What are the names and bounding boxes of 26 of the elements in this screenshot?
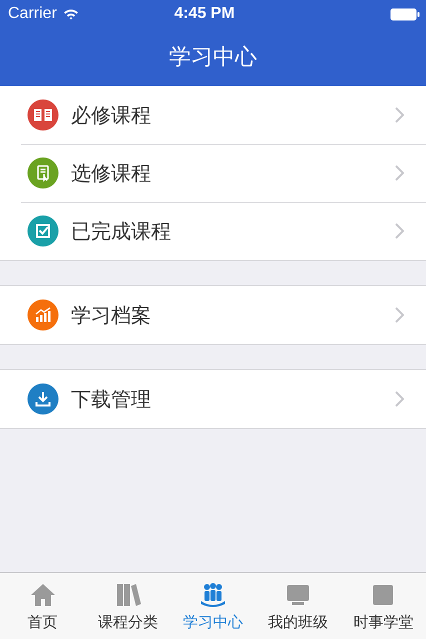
menu-item[interactable]: 学习档案	[0, 286, 426, 344]
chevron-icon	[395, 307, 404, 323]
page-title: 学习中心	[169, 44, 257, 72]
chevron-icon	[395, 391, 404, 407]
menu-label: 下载管理	[71, 386, 152, 412]
battery-icon	[390, 8, 420, 20]
menu-label: 必修课程	[71, 102, 152, 128]
clock-time: 4:45 PM	[173, 5, 236, 23]
tab-item[interactable]: 学习中心	[170, 573, 256, 639]
carrier-label: Carrier	[8, 5, 57, 23]
tab-item[interactable]: 课程分类	[85, 573, 170, 639]
menu-label: 选修课程	[71, 160, 152, 186]
chevron-icon	[395, 165, 404, 181]
menu-item[interactable]: 已完成课程	[0, 202, 426, 260]
tab-item[interactable]: 时事学堂	[340, 573, 426, 639]
people-icon	[198, 580, 228, 608]
menu-label: 学习档案	[71, 302, 152, 328]
chevron-icon	[395, 107, 404, 123]
tab-item[interactable]: 首页	[0, 573, 86, 639]
tab-item[interactable]: 我的班级	[256, 573, 341, 639]
chevron-icon	[395, 223, 404, 239]
menu-label: 已完成课程	[71, 218, 172, 244]
menu-item[interactable]: 下载管理	[0, 370, 426, 428]
menu-item[interactable]: 必修课程	[0, 86, 426, 144]
wifi-icon	[62, 8, 79, 20]
menu-item[interactable]: 选修课程	[0, 144, 426, 202]
